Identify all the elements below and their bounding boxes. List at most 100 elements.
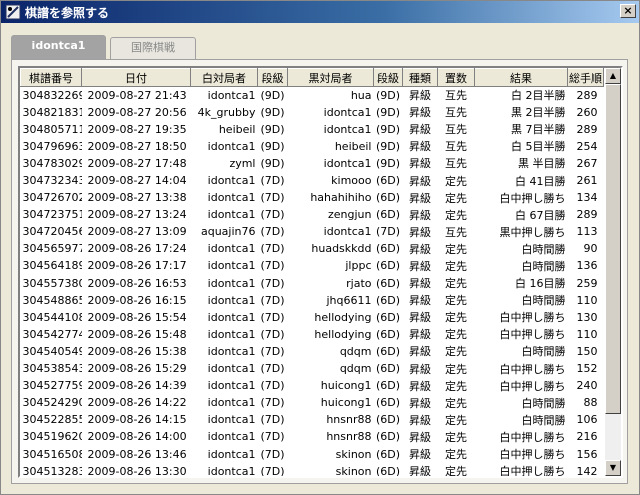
tab-idontca1[interactable]: idontca1 bbox=[11, 35, 106, 59]
cell-type: 昇級 bbox=[409, 89, 431, 103]
cell-moves: 130 bbox=[576, 310, 598, 324]
column-header-white-rank[interactable]: 段級 bbox=[257, 68, 288, 87]
cell-moves: 259 bbox=[576, 276, 598, 290]
cell-handicap: 定先 bbox=[445, 208, 467, 222]
cell-moves: 150 bbox=[576, 344, 598, 358]
scroll-up-button[interactable]: ▲ bbox=[605, 68, 621, 84]
column-header-id[interactable]: 棋譜番号 bbox=[20, 68, 82, 87]
cell-white-rank: (7D) bbox=[260, 464, 285, 478]
table-row[interactable]: 304821831 2009-08-27 20:56 4k_grubby (9D) id… bbox=[21, 104, 604, 121]
cell-type: 昇級 bbox=[409, 106, 431, 120]
cell-black-player: jhq6611 bbox=[326, 293, 372, 307]
table-row[interactable]: 304513283 2009-08-26 13:30 idontca1 (7D) ski… bbox=[21, 463, 604, 478]
table-row[interactable]: 304805711 2009-08-27 19:35 heibeil (9D) idon… bbox=[21, 121, 604, 138]
table-row[interactable]: 304557380 2009-08-26 16:53 idontca1 (7D) rja… bbox=[21, 275, 604, 292]
game-list[interactable]: 棋譜番号 日付 白対局者 段級 黒対局者 段級 種類 置数 結果 総手順 304… bbox=[18, 66, 623, 478]
cell-date: 2009-08-27 19:35 bbox=[87, 122, 187, 136]
cell-date: 2009-08-27 18:50 bbox=[87, 139, 187, 153]
column-header-black-rank[interactable]: 段級 bbox=[373, 68, 403, 87]
cell-black-rank: (9D) bbox=[375, 122, 401, 136]
vertical-scrollbar[interactable]: ▲ ▼ bbox=[605, 68, 621, 476]
table-row[interactable]: 304723751 2009-08-27 13:24 idontca1 (7D) zen… bbox=[21, 206, 604, 223]
cell-white-player: idontca1 bbox=[207, 447, 256, 461]
cell-white-player: idontca1 bbox=[207, 379, 256, 393]
table-row[interactable]: 304542774 2009-08-26 15:48 idontca1 (7D) hel… bbox=[21, 326, 604, 343]
cell-white-rank: (7D) bbox=[260, 344, 285, 358]
cell-moves: 88 bbox=[583, 396, 598, 410]
cell-date: 2009-08-26 17:24 bbox=[87, 242, 187, 256]
table-row[interactable]: 304527759 2009-08-26 14:39 idontca1 (7D) hui… bbox=[21, 377, 604, 394]
table-row[interactable]: 304524290 2009-08-26 14:22 idontca1 (7D) hui… bbox=[21, 394, 604, 411]
cell-result: 白時間勝 bbox=[521, 242, 566, 256]
cell-black-rank: (6D) bbox=[375, 362, 401, 376]
cell-white-rank: (7D) bbox=[260, 327, 285, 341]
table-row[interactable]: 304548865 2009-08-26 16:15 idontca1 (7D) jhq… bbox=[21, 292, 604, 309]
cell-game-id: 304796963 bbox=[22, 139, 82, 153]
cell-white-rank: (7D) bbox=[260, 447, 285, 461]
cell-black-player: rjato bbox=[346, 276, 372, 290]
cell-game-id: 304527759 bbox=[22, 379, 82, 393]
cell-black-rank: (9D) bbox=[375, 139, 401, 153]
cell-black-player: hellodying bbox=[314, 310, 372, 324]
table-row[interactable]: 304538543 2009-08-26 15:29 idontca1 (7D) qdq… bbox=[21, 360, 604, 377]
cell-type: 昇級 bbox=[409, 413, 431, 427]
cell-handicap: 互先 bbox=[445, 106, 467, 120]
cell-moves: 136 bbox=[576, 259, 598, 273]
column-header-result[interactable]: 結果 bbox=[474, 68, 568, 87]
cell-black-rank: (6D) bbox=[375, 327, 401, 341]
cell-black-rank: (6D) bbox=[375, 447, 401, 461]
cell-black-rank: (6D) bbox=[375, 379, 401, 393]
cell-black-rank: (6D) bbox=[375, 293, 401, 307]
table-row[interactable]: 304726702 2009-08-27 13:38 idontca1 (7D) hah… bbox=[21, 189, 604, 206]
cell-type: 昇級 bbox=[409, 448, 431, 462]
cell-white-player: idontca1 bbox=[207, 310, 256, 324]
cell-handicap: 定先 bbox=[445, 294, 467, 308]
table-row[interactable]: 304783029 2009-08-27 17:48 zyml (9D) idontca… bbox=[21, 155, 604, 172]
scroll-down-button[interactable]: ▼ bbox=[605, 460, 621, 476]
cell-date: 2009-08-26 14:39 bbox=[87, 379, 187, 393]
cell-handicap: 定先 bbox=[445, 191, 467, 205]
close-button[interactable]: × bbox=[620, 4, 636, 18]
table-row[interactable]: 304565977 2009-08-26 17:24 idontca1 (7D) hua… bbox=[21, 240, 604, 257]
title-bar[interactable]: 棋譜を参照する × bbox=[1, 1, 639, 23]
cell-black-player: skinon bbox=[335, 464, 372, 478]
column-header-handicap[interactable]: 置数 bbox=[437, 68, 475, 87]
cell-game-id: 304540549 bbox=[22, 344, 82, 358]
table-row[interactable]: 304544108 2009-08-26 15:54 idontca1 (7D) hel… bbox=[21, 309, 604, 326]
cell-white-rank: (7D) bbox=[260, 242, 285, 256]
cell-black-player: idontca1 bbox=[323, 122, 372, 136]
cell-game-id: 304564189 bbox=[22, 259, 82, 273]
column-header-date[interactable]: 日付 bbox=[81, 68, 191, 87]
column-header-black-player[interactable]: 黒対局者 bbox=[287, 68, 374, 87]
cell-moves: 289 bbox=[576, 122, 598, 136]
cell-type: 昇級 bbox=[409, 362, 431, 376]
cell-game-id: 304519620 bbox=[22, 430, 82, 444]
cell-handicap: 互先 bbox=[445, 140, 467, 154]
cell-type: 昇級 bbox=[409, 311, 431, 325]
cell-result: 白時間勝 bbox=[521, 345, 566, 359]
table-row[interactable]: 304720456 2009-08-27 13:09 aquajin76 (7D) id… bbox=[21, 223, 604, 240]
column-header-type[interactable]: 種類 bbox=[402, 68, 438, 87]
cell-type: 昇級 bbox=[409, 225, 431, 239]
table-row[interactable]: 304796963 2009-08-27 18:50 idontca1 (9D) hei… bbox=[21, 138, 604, 155]
cell-game-id: 304548865 bbox=[22, 293, 82, 307]
table-row[interactable]: 304519620 2009-08-26 14:00 idontca1 (7D) hns… bbox=[21, 428, 604, 445]
cell-moves: 142 bbox=[576, 464, 598, 478]
cell-black-player: hnsnr88 bbox=[326, 413, 372, 427]
cell-date: 2009-08-26 15:38 bbox=[87, 344, 187, 358]
table-row[interactable]: 304540549 2009-08-26 15:38 idontca1 (7D) qdq… bbox=[21, 343, 604, 360]
cell-white-player: idontca1 bbox=[207, 88, 256, 102]
tab-international[interactable]: 国際棋戦 bbox=[110, 37, 196, 59]
cell-black-player: skinon bbox=[335, 447, 372, 461]
column-header-white-player[interactable]: 白対局者 bbox=[190, 68, 258, 87]
table-row[interactable]: 304516508 2009-08-26 13:46 idontca1 (7D) ski… bbox=[21, 445, 604, 462]
table-row[interactable]: 304732343 2009-08-27 14:04 idontca1 (7D) kim… bbox=[21, 172, 604, 189]
table-row[interactable]: 304832269 2009-08-27 21:43 idontca1 (9D) hua… bbox=[21, 87, 604, 104]
table-row[interactable]: 304522855 2009-08-26 14:15 idontca1 (7D) hns… bbox=[21, 411, 604, 428]
table-row[interactable]: 304564189 2009-08-26 17:17 idontca1 (7D) jlp… bbox=[21, 257, 604, 274]
cell-result: 白中押し勝ち bbox=[499, 311, 566, 325]
column-header-moves[interactable]: 総手順 bbox=[567, 68, 604, 87]
scroll-thumb[interactable] bbox=[605, 84, 621, 414]
cell-white-player: idontca1 bbox=[207, 413, 256, 427]
cell-black-rank: (6D) bbox=[375, 396, 401, 410]
